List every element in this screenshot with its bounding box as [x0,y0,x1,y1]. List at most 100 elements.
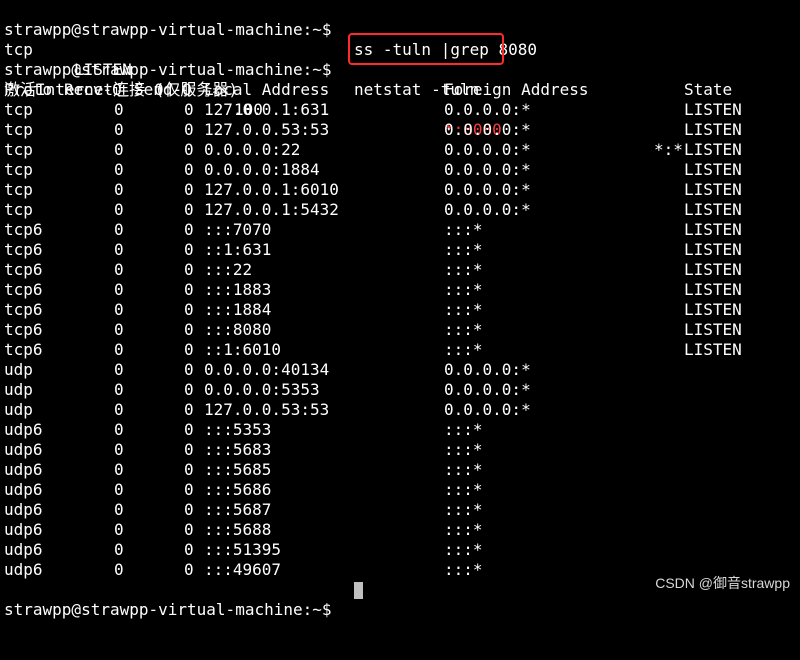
cell-foreign-address: :::* [444,320,483,339]
cell-state: LISTEN [684,240,742,259]
shell-prompt: strawpp@strawpp-virtual-machine:~$ [4,600,332,619]
cell-proto: tcp6 [4,320,43,339]
cell-state: LISTEN [684,340,742,359]
cell-proto: udp6 [4,480,43,499]
cell-proto: tcp6 [4,280,43,299]
table-row: tcp 0 0 127.0.0.1:5432 0.0.0.0:* LISTEN [0,200,800,220]
cell-local-address: :::49607 [204,560,282,579]
cell-sendq: 0 [184,360,194,379]
cell-recvq: 0 [114,440,124,459]
cell-recvq: 0 [114,160,124,179]
cell-local-address: 127.0.0.1:6010 [204,180,339,199]
cell-proto: udp [4,400,33,419]
cell-recvq: 0 [114,520,124,539]
table-row: udp6 0 0:::5683:::* [0,440,800,460]
cell-sendq: 0 [184,240,194,259]
cell-state: LISTEN [684,160,742,179]
cell-proto: tcp [4,100,33,119]
cell-sendq: 0 [184,380,194,399]
cell-sendq: 0 [184,280,194,299]
cell-recvq: 0 [114,200,124,219]
cell-proto: udp [4,380,33,399]
cell-proto: tcp [4,180,33,199]
cell-sendq: 0 [184,100,194,119]
cell-foreign-address: :::* [444,460,483,479]
text-cursor [354,582,363,599]
cell-sendq: 0 [184,540,194,559]
cell-local-address: 0.0.0.0:5353 [204,380,320,399]
table-row: udp6 0 0:::5686:::* [0,480,800,500]
cell-state: LISTEN [684,220,742,239]
cell-proto: udp6 [4,420,43,439]
cell-sendq: 0 [184,180,194,199]
cell-foreign-address: :::* [444,240,483,259]
cell-sendq: 0 [184,160,194,179]
cell-recvq: 0 [114,280,124,299]
cell-sendq: 0 [184,140,194,159]
cell-proto: tcp6 [4,260,43,279]
cell-recvq: 0 [114,500,124,519]
cell-sendq: 0 [184,520,194,539]
cell-sendq: 0 [184,340,194,359]
cell-local-address: ::1:631 [204,240,272,259]
cell-recvq: 0 [114,480,124,499]
cell-state: LISTEN [684,140,742,159]
table-row: tcp 0 0 127.0.0.1:6010 0.0.0.0:* LISTEN [0,180,800,200]
table-row: udp6 0 0:::5685:::* [0,460,800,480]
table-row: udp6 0 0:::5353:::* [0,420,800,440]
cell-sendq: 0 [184,260,194,279]
cell-sendq: 0 [184,200,194,219]
table-row: tcp6 0 0::1:6010:::* LISTEN [0,340,800,360]
table-row: tcp6 0 0:::8080:::* LISTEN [0,320,800,340]
table-row: udp 0 0 127.0.0.53:53 0.0.0.0:* [0,400,800,420]
cell-sendq: 0 [184,440,194,459]
cell-foreign-address: 0.0.0.0:* [444,180,531,199]
highlight-box [348,33,504,65]
cell-local-address: :::5685 [204,460,272,479]
table-row: tcp 0 0 127.0.0.53:53 0.0.0.0:* LISTEN [0,120,800,140]
cell-local-address: 0.0.0.0:40134 [204,360,330,379]
cell-foreign-address: :::* [444,340,483,359]
ss-command-line: strawpp@strawpp-virtual-machine:~$ ss -t… [0,0,800,59]
cell-recvq: 0 [114,360,124,379]
col-foreign-header: Foreign Address [444,80,589,99]
col-proto-header: Proto [4,80,53,99]
cell-foreign-address: :::* [444,440,483,459]
cell-recvq: 0 [114,240,124,259]
cell-foreign-address: :::* [444,260,483,279]
cell-state: LISTEN [684,200,742,219]
cell-recvq: 0 [114,120,124,139]
cell-recvq: 0 [114,100,124,119]
cell-recvq: 0 [114,400,124,419]
col-state-header: State [684,80,733,99]
cell-recvq: 0 [114,320,124,339]
cell-recvq: 0 [114,380,124,399]
cell-local-address: 127.0.0.1:5432 [204,200,339,219]
cell-recvq: 0 [114,260,124,279]
cell-proto: udp6 [4,460,43,479]
cell-recvq: 0 [114,180,124,199]
cell-recvq: 0 [114,460,124,479]
cell-sendq: 0 [184,460,194,479]
terminal-window[interactable]: strawpp@strawpp-virtual-machine:~$ ss -t… [0,0,800,619]
cell-proto: udp6 [4,500,43,519]
cell-proto: tcp6 [4,300,43,319]
cell-proto: udp [4,360,33,379]
cell-recvq: 0 [114,220,124,239]
cell-local-address: :::1883 [204,280,272,299]
cell-foreign-address: 0.0.0.0:* [444,200,531,219]
cell-local-address: :::51395 [204,540,282,559]
cell-state: LISTEN [684,180,742,199]
cell-sendq: 0 [184,560,194,579]
cell-proto: tcp [4,140,33,159]
table-row: udp 0 0 0.0.0.0:5353 0.0.0.0:* [0,380,800,400]
cell-recvq: 0 [114,300,124,319]
cell-proto: udp6 [4,520,43,539]
cell-local-address: :::5688 [204,520,272,539]
cell-foreign-address: :::* [444,560,483,579]
cell-proto: tcp6 [4,240,43,259]
cell-state: LISTEN [684,300,742,319]
cell-foreign-address: 0.0.0.0:* [444,100,531,119]
table-row: tcp6 0 0:::1884:::* LISTEN [0,300,800,320]
cell-foreign-address: :::* [444,540,483,559]
